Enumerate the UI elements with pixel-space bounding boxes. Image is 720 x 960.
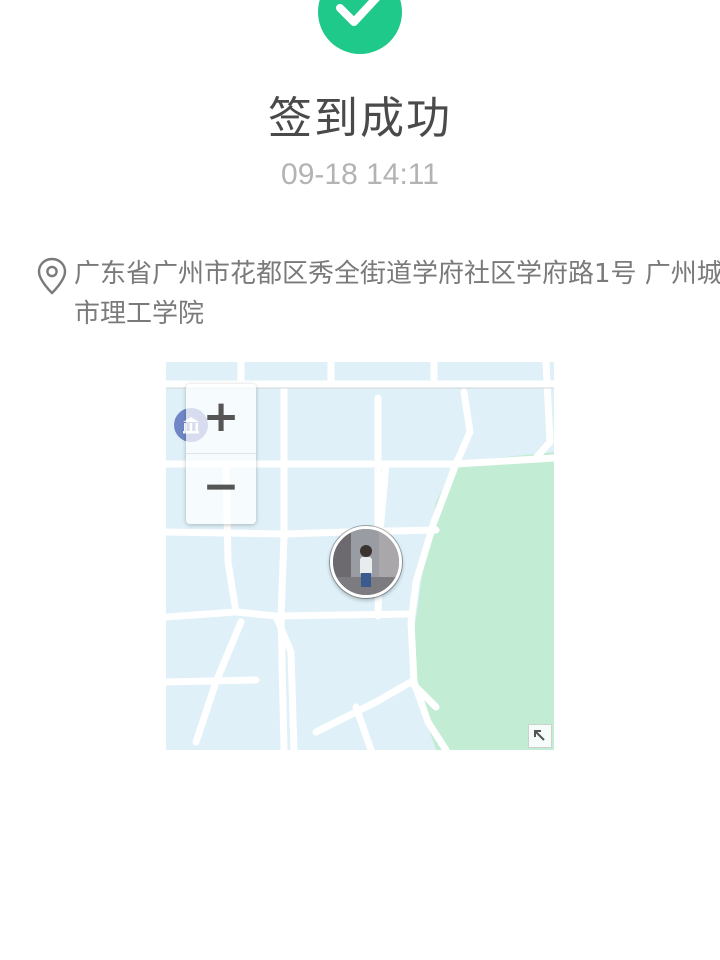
location-pin-icon bbox=[36, 256, 68, 296]
checkin-time: 09-18 14:11 bbox=[281, 158, 439, 191]
zoom-in-button[interactable]: + bbox=[186, 384, 256, 454]
user-avatar-marker[interactable] bbox=[330, 526, 402, 598]
expand-arrow-icon[interactable] bbox=[528, 724, 552, 748]
zoom-controls: + − bbox=[186, 384, 256, 524]
page-title: 签到成功 bbox=[268, 93, 452, 144]
success-check-icon bbox=[318, 0, 402, 54]
zoom-out-button[interactable]: − bbox=[186, 454, 256, 524]
address-text: 广东省广州市花都区秀全街道学府社区学府路1号 广州城市理工学院 bbox=[74, 259, 720, 329]
location-map[interactable]: + − bbox=[166, 362, 554, 750]
